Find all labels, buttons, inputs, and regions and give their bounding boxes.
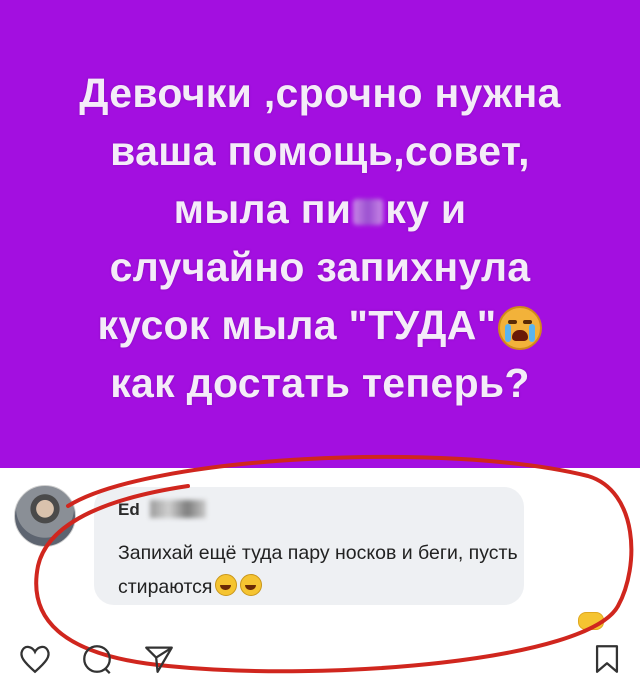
post-line-1: Девочки ,срочно нужна — [79, 70, 561, 116]
avatar[interactable] — [14, 485, 76, 547]
post-line-5: кусок мыла "ТУДА" — [30, 296, 610, 354]
send-icon[interactable] — [142, 642, 176, 676]
comment-body: Запихай ещё туда пару носков и беги, пус… — [118, 542, 518, 598]
post-line-2: ваша помощь,совет, — [110, 128, 530, 174]
bookmark-icon[interactable] — [590, 642, 624, 676]
comment-icon[interactable] — [80, 642, 114, 676]
post-line-4: случайно запихнула — [109, 244, 531, 290]
laughing-face-icon — [240, 574, 263, 596]
post-line-3-end: ку и — [385, 186, 467, 232]
comment-text: Запихай ещё туда пару носков и беги, пус… — [118, 536, 522, 604]
post-line-3-start: мыла пи — [173, 186, 352, 232]
crying-face-icon — [498, 306, 543, 351]
post-line-6: как достать теперь? — [110, 360, 530, 406]
commenter-name-blur — [150, 500, 206, 518]
censored-blur — [353, 199, 384, 226]
post-text: Девочки ,срочно нужна ваша помощь,совет,… — [30, 64, 610, 412]
heart-icon[interactable] — [18, 642, 52, 676]
reaction-badge[interactable] — [578, 612, 604, 630]
commenter-name[interactable]: Ed — [118, 500, 140, 520]
post-line-3: мыла пи ку и — [30, 180, 610, 238]
laughing-face-icon — [215, 574, 238, 596]
post-line-5-text: кусок мыла "ТУДА" — [97, 302, 497, 348]
